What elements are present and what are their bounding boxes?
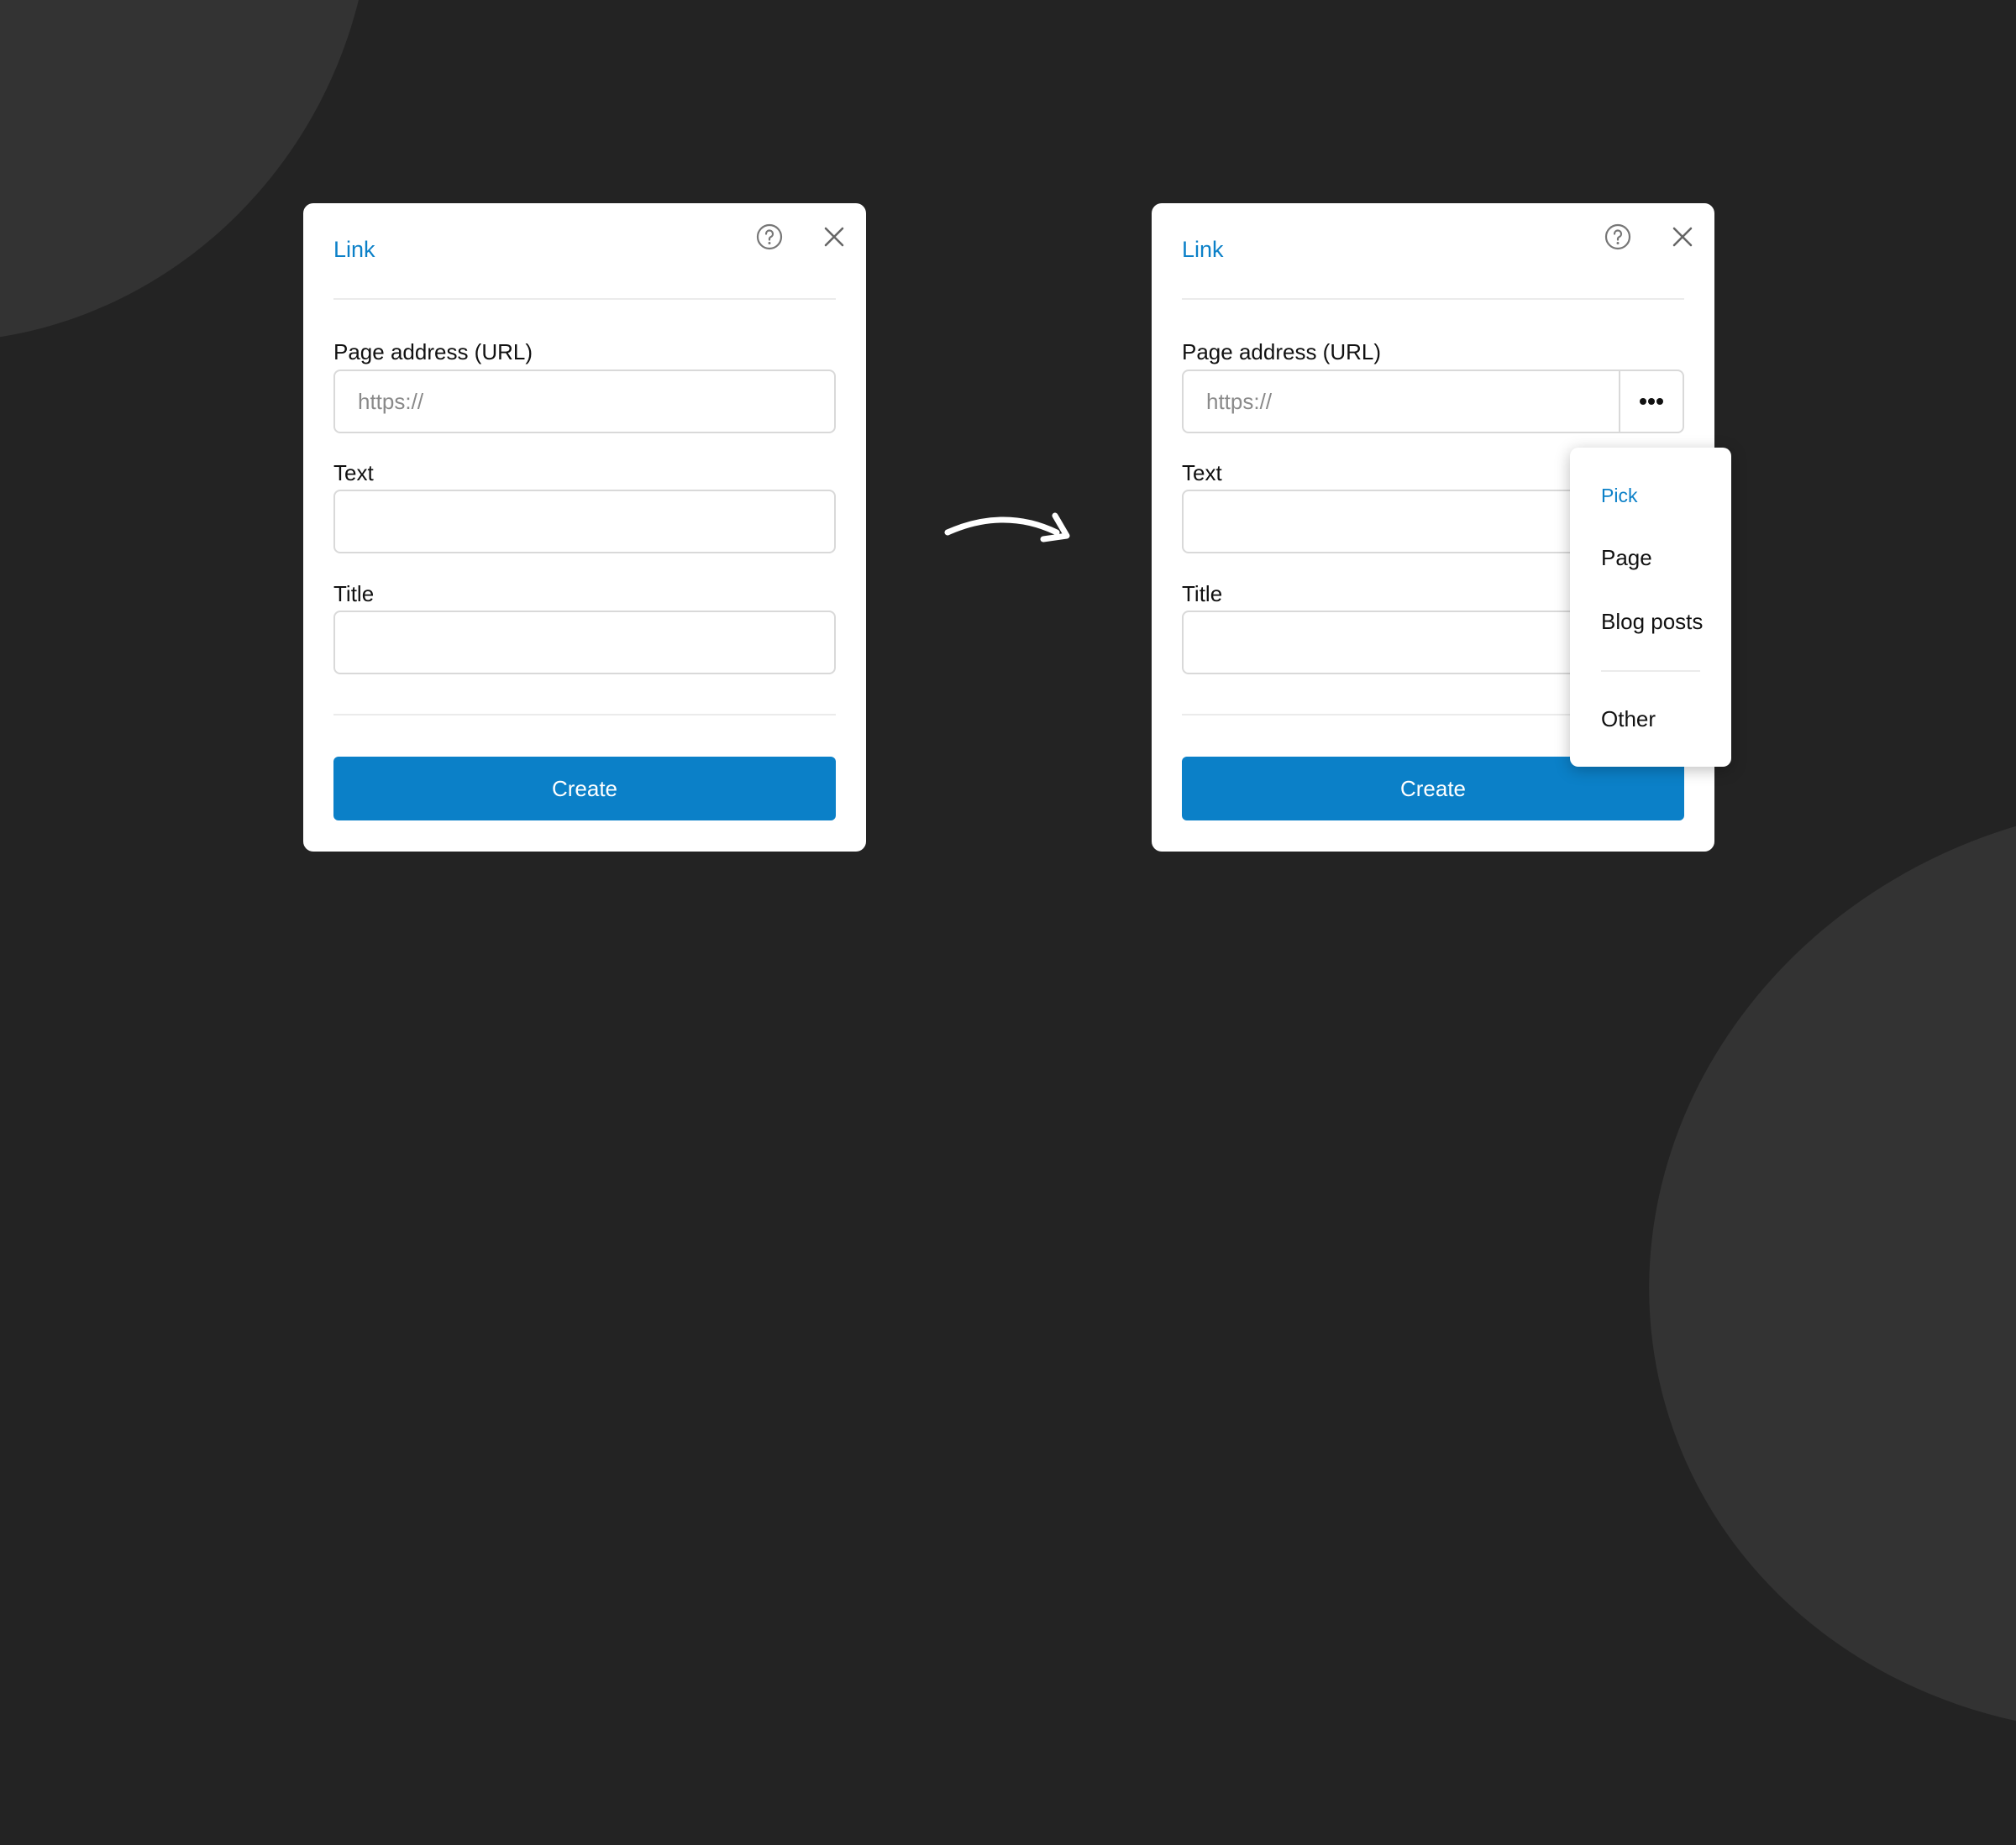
text-label: Text <box>1182 460 1222 485</box>
arrow-icon <box>944 512 1070 542</box>
title-input[interactable] <box>333 611 836 674</box>
pick-menu: Pick Page Blog posts Other <box>1570 448 1731 767</box>
create-button[interactable]: Create <box>333 757 836 820</box>
help-button[interactable] <box>754 222 785 252</box>
close-button[interactable] <box>817 220 851 254</box>
divider <box>333 298 836 300</box>
close-icon <box>1672 227 1693 247</box>
close-button[interactable] <box>1666 220 1699 254</box>
menu-divider <box>1601 670 1700 672</box>
close-icon <box>824 227 844 247</box>
url-label: Page address (URL) <box>333 339 533 364</box>
dialog-title: Link <box>1182 237 1224 262</box>
menu-item-page[interactable]: Page <box>1601 545 1652 571</box>
text-input[interactable] <box>333 490 836 553</box>
divider <box>333 714 836 715</box>
menu-item-blog-posts[interactable]: Blog posts <box>1601 609 1703 635</box>
background-shape-bottom-right <box>1544 691 2016 1845</box>
text-label: Text <box>333 460 374 485</box>
divider <box>1182 298 1684 300</box>
link-dialog-before: Link Page address (URL) Text Title Creat… <box>303 203 866 852</box>
menu-item-other[interactable]: Other <box>1601 706 1656 732</box>
more-icon <box>1640 398 1663 405</box>
title-label: Title <box>1182 581 1223 606</box>
url-input[interactable] <box>333 370 836 433</box>
menu-heading: Pick <box>1601 485 1638 506</box>
url-label: Page address (URL) <box>1182 339 1381 364</box>
url-input[interactable] <box>1184 371 1619 432</box>
help-button[interactable] <box>1603 222 1633 252</box>
more-options-button[interactable] <box>1619 371 1683 432</box>
dialog-title: Link <box>333 237 375 262</box>
url-input-group <box>1182 370 1684 433</box>
help-icon <box>756 223 783 250</box>
help-icon <box>1604 223 1631 250</box>
title-label: Title <box>333 581 375 606</box>
